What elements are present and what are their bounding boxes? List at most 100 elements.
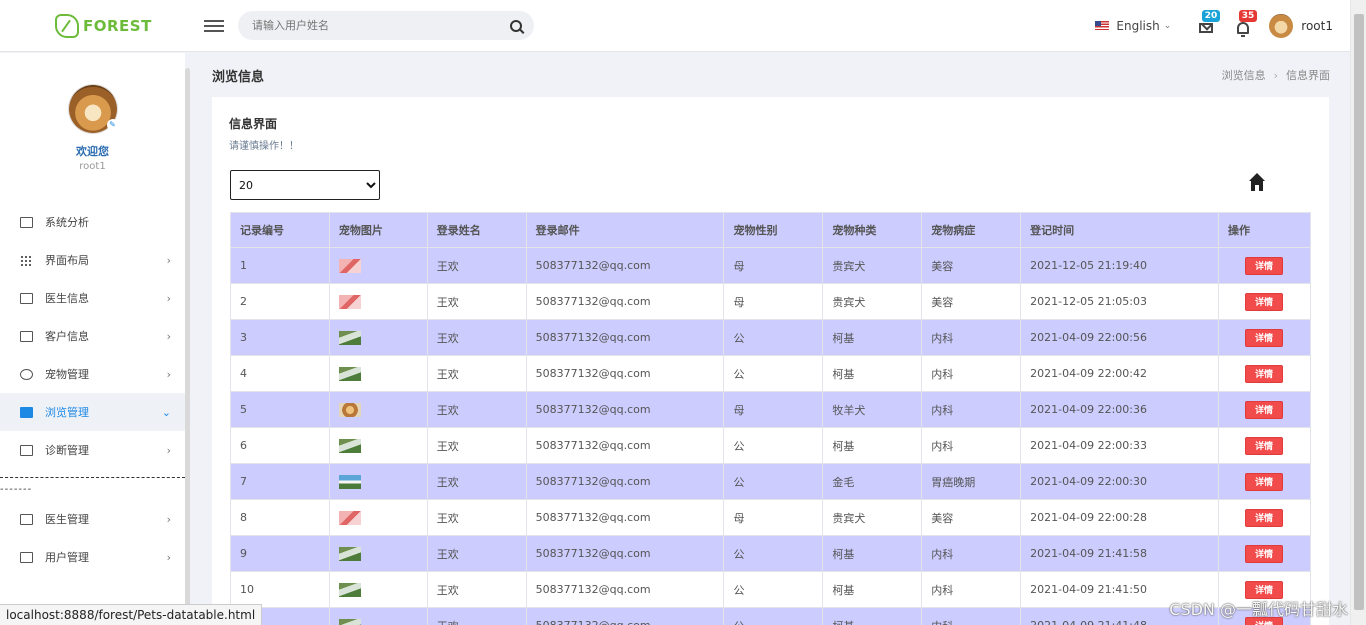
menu-toggle-icon[interactable] [204,17,224,35]
column-header[interactable]: 登记时间 [1020,212,1219,248]
edit-icon[interactable]: ✎ [106,119,119,131]
cell-breed: 贵宾犬 [822,283,923,320]
logo[interactable]: FOREST [0,13,190,38]
sidebar-item-label: 医生管理 [45,513,89,526]
cell-symptom: 内科 [921,607,1022,625]
page-size-select[interactable]: 20 [230,170,380,200]
column-header[interactable]: 登录邮件 [525,212,725,248]
cell-gender: 公 [723,607,824,625]
cell-symptom: 美容 [921,499,1022,536]
detail-button[interactable]: 详情 [1244,256,1283,275]
column-header[interactable]: 宠物图片 [328,212,428,248]
detail-button[interactable]: 详情 [1244,436,1283,455]
table-row: 2 王欢 508377132@qq.com 母贵宾犬 美容 2021-12-05 21:0… [230,283,1312,320]
cell-email: 508377132@qq.com [525,247,725,284]
column-header[interactable]: 记录编号 [230,212,330,248]
pet-thumbnail [338,294,361,309]
page-title: 浏览信息 [212,69,265,85]
detail-button[interactable]: 详情 [1244,508,1283,527]
cell-email: 508377132@qq.com [525,355,725,392]
document-icon [20,444,33,456]
chevron-right-icon: › [166,291,171,305]
mail-icon [1199,22,1214,33]
chevron-right-icon: › [166,329,171,343]
content-panel: 信息界面 请谨慎操作！！ 20 记录编号 宠物图片 登录姓名 登录邮件 宠物性别… [212,97,1329,625]
grid-icon [20,254,33,266]
sidebar-item-browse-management[interactable]: 浏览管理 ⌄ [0,393,185,431]
detail-button[interactable]: 详情 [1244,400,1283,419]
profile-avatar[interactable]: ✎ [68,85,119,133]
pet-image-cell [328,535,428,572]
sidebar-item-layout[interactable]: 界面布局 › [0,241,185,279]
sidebar-item-customer-info[interactable]: 客户信息 › [0,317,185,355]
sidebar-item-doctor-management[interactable]: 医生管理 › [0,500,185,538]
bell-icon [1237,21,1250,37]
column-header[interactable]: 宠物性别 [723,212,824,248]
cell-time: 2021-04-09 22:00:30 [1020,463,1219,500]
column-header[interactable]: 宠物种类 [822,212,923,248]
us-flag-icon [1095,21,1110,30]
cell-breed: 金毛 [822,463,923,500]
mail-count-badge: 20 [1201,9,1221,22]
cell-breed: 柯基 [822,319,923,356]
cell-gender: 母 [723,391,824,428]
breadcrumb-item[interactable]: 浏览信息 [1222,69,1266,82]
pet-thumbnail [338,366,361,381]
cell-id: 3 [230,319,330,356]
pet-thumbnail [338,258,361,273]
scrollbar-thumb[interactable] [1354,14,1364,610]
table-body: 1 王欢 508377132@qq.com 母贵宾犬 美容 2021-12-05 21:1… [230,247,1312,625]
detail-button[interactable]: 详情 [1244,364,1283,383]
cell-name: 王欢 [426,571,527,608]
detail-button[interactable]: 详情 [1244,292,1283,311]
detail-button[interactable]: 详情 [1244,544,1283,563]
sidebar-item-doctor-info[interactable]: 医生信息 › [0,279,185,317]
notifications-button[interactable]: 35 [1232,9,1258,37]
window-scrollbar[interactable] [1350,0,1366,625]
cell-id: 6 [230,427,330,464]
table-row: 9 王欢 508377132@qq.com 公柯基 内科 2021-04-09 21:41… [230,535,1312,572]
cell-time: 2021-04-09 22:00:33 [1020,427,1219,464]
home-icon[interactable] [1248,173,1266,195]
pet-image-cell [328,283,428,320]
cell-gender: 母 [723,247,824,284]
sidebar-item-pet-management[interactable]: 宠物管理 › [0,355,185,393]
cell-time: 2021-04-09 21:41:58 [1020,535,1219,572]
sidebar-item-system-analysis[interactable]: 系统分析 [0,203,185,241]
mail-button[interactable]: 20 [1195,9,1221,37]
pet-thumbnail [338,438,361,453]
sidebar-item-label: 界面布局 [45,254,89,267]
detail-button[interactable]: 详情 [1244,472,1283,491]
logo-text: FOREST [83,16,152,35]
table-row: 1 王欢 508377132@qq.com 母贵宾犬 美容 2021-12-05 21:1… [230,247,1312,284]
language-selector[interactable]: English ⌄ [1095,19,1171,33]
menu-separator-text: ------- [0,484,33,495]
cell-time: 2021-04-09 22:00:42 [1020,355,1219,392]
user-menu[interactable]: root1 [1269,13,1333,38]
column-header[interactable]: 登录姓名 [426,212,527,248]
pet-thumbnail [338,618,361,625]
breadcrumb-separator-icon: › [1273,69,1278,82]
search-icon[interactable] [510,19,522,32]
table-header-row: 记录编号 宠物图片 登录姓名 登录邮件 宠物性别 宠物种类 宠物病症 登记时间 … [230,212,1312,248]
cell-gender: 公 [723,535,824,572]
sidebar-item-user-management[interactable]: 用户管理 › [0,538,185,576]
search-input[interactable] [252,19,510,32]
document-icon [20,551,33,563]
sidebar-item-diagnosis-management[interactable]: 诊断管理 › [0,431,185,469]
header-username: root1 [1301,18,1333,33]
cell-actions: 详情 [1217,283,1312,320]
cell-name: 王欢 [426,427,527,464]
status-bar-url: localhost:8888/forest/Pets-datatable.htm… [0,604,263,625]
sidebar-profile: ✎ 欢迎您 root1 [0,53,185,203]
cell-email: 508377132@qq.com [525,391,725,428]
sidebar-scrollbar[interactable] [185,68,190,608]
sidebar-item-label: 宠物管理 [45,368,89,381]
table-row: 王欢508377132@qq.com公柯基内科2021-04-09 21:41:… [230,607,1312,625]
column-header[interactable]: 宠物病症 [921,212,1022,248]
cell-breed: 柯基 [822,427,923,464]
pet-thumbnail [338,510,361,525]
detail-button[interactable]: 详情 [1244,328,1283,347]
pet-image-cell [328,319,428,356]
cell-actions: 详情 [1217,391,1312,428]
